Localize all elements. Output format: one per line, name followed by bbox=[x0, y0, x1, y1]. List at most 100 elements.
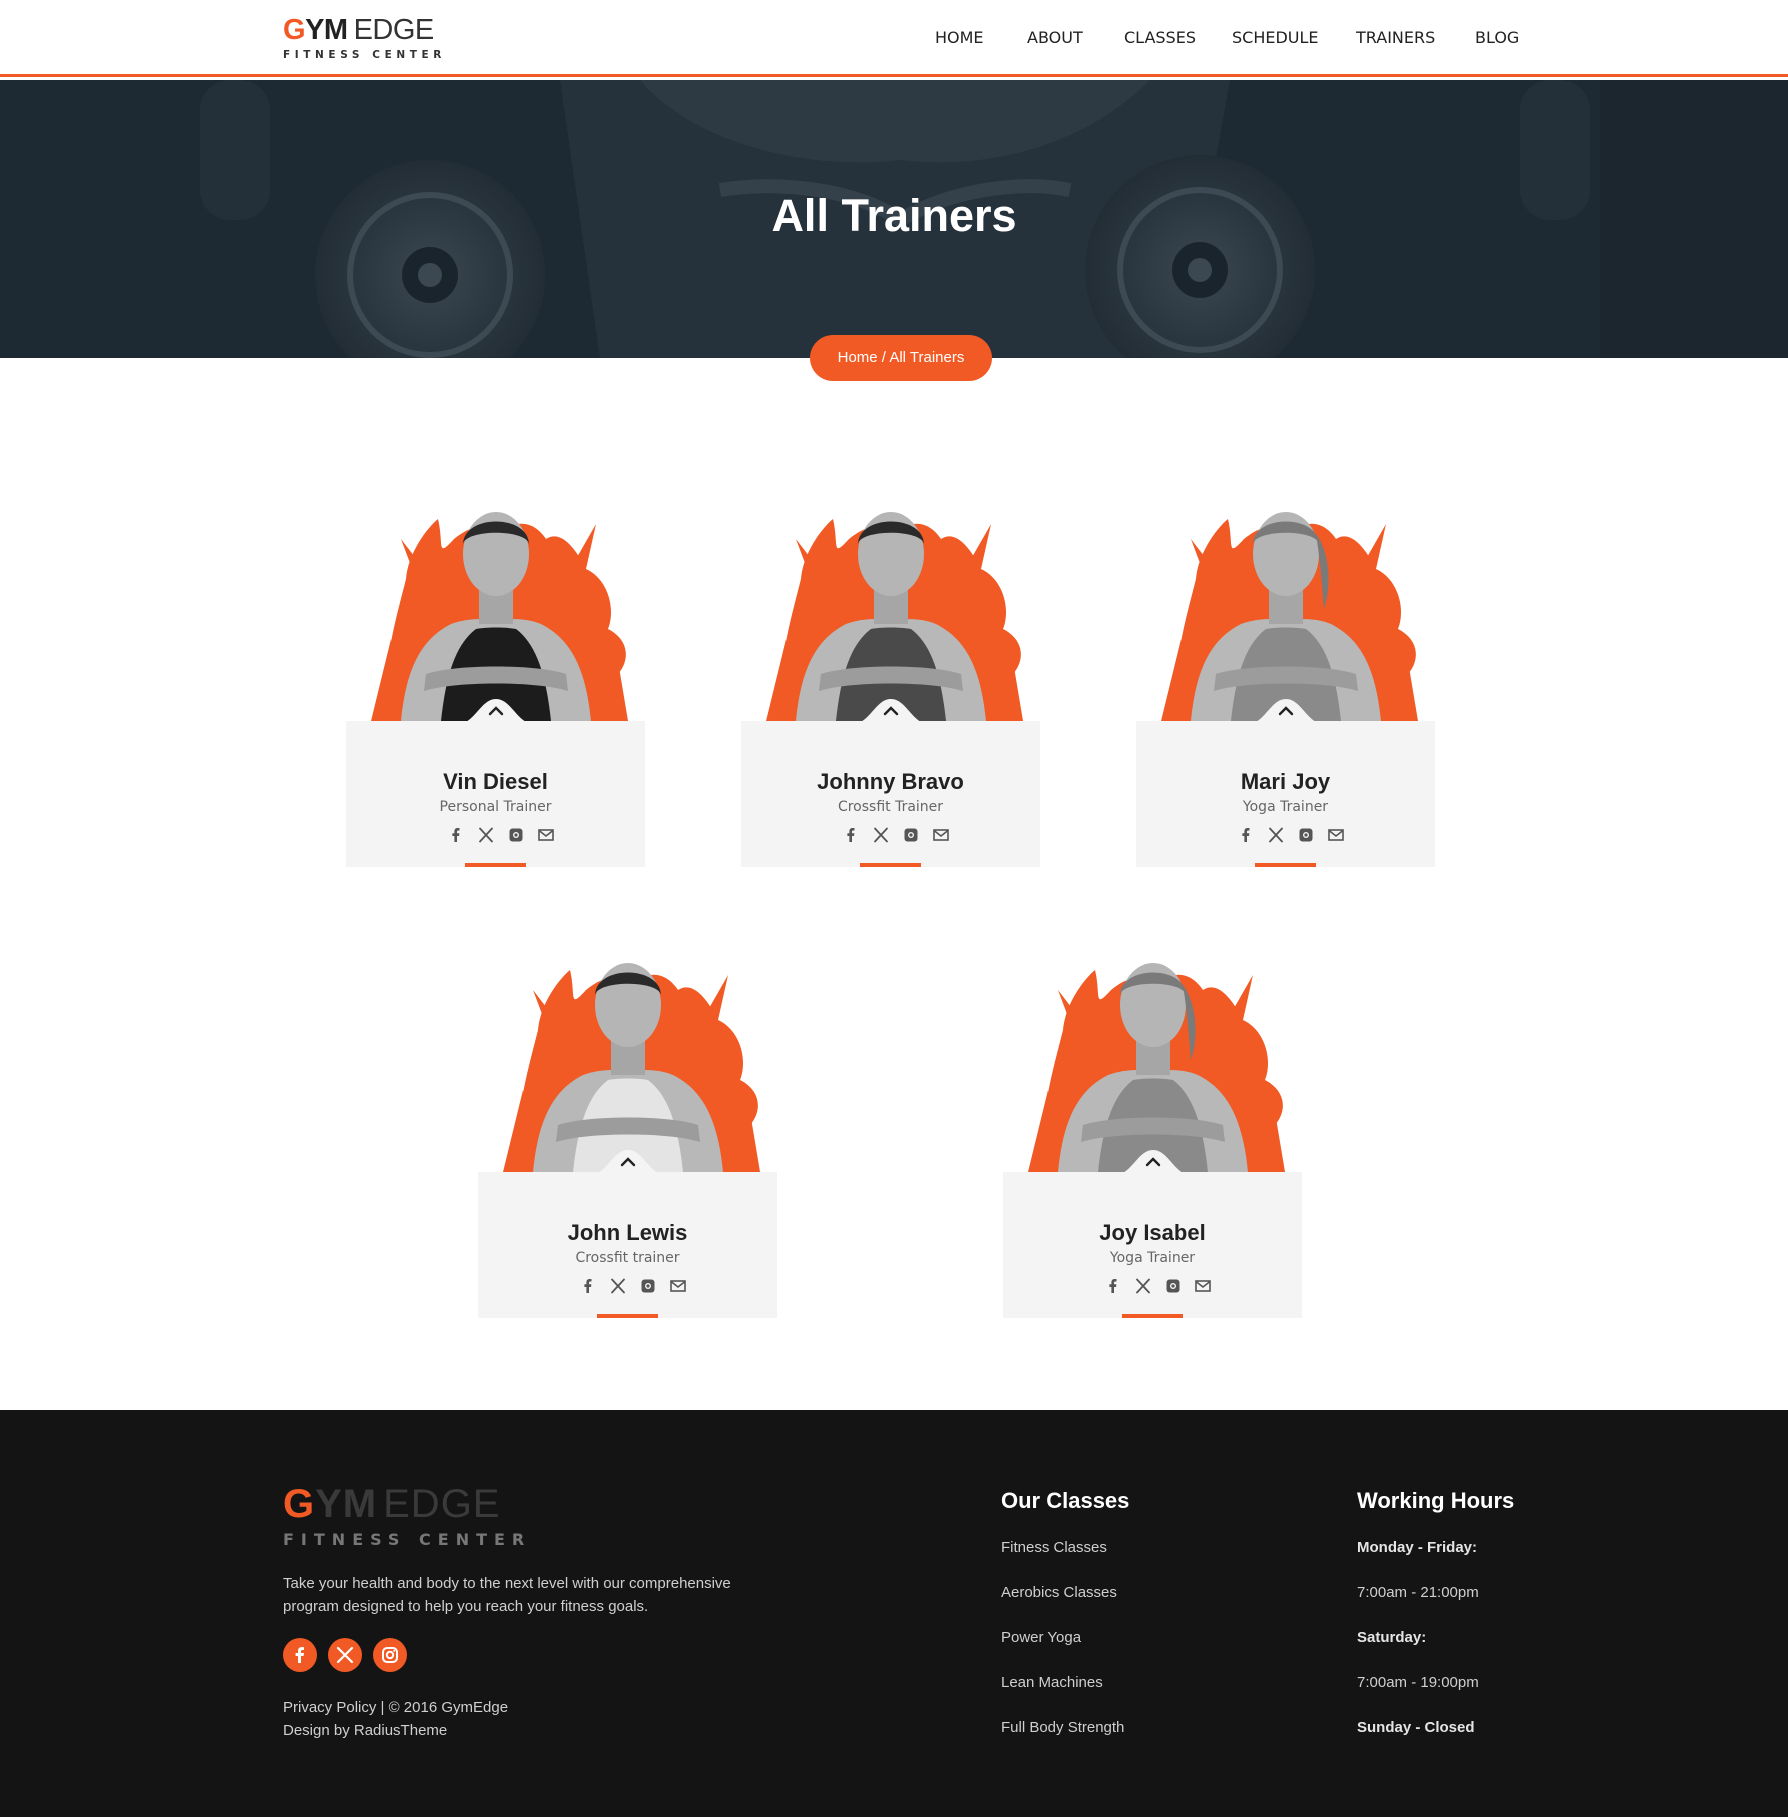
breadcrumb-current: All Trainers bbox=[889, 349, 965, 366]
chevron-up-icon[interactable] bbox=[587, 1146, 669, 1186]
trainer-card[interactable]: Vin Diesel Personal Trainer bbox=[346, 459, 645, 867]
nav-classes[interactable]: CLASSES bbox=[1124, 28, 1196, 47]
site-footer: GYM EDGE FITNESS CENTER Take your health … bbox=[0, 1410, 1788, 1817]
trainer-social-links bbox=[346, 825, 645, 845]
trainer-facebook-link[interactable] bbox=[573, 1276, 593, 1296]
trainer-facebook-link[interactable] bbox=[1098, 1276, 1118, 1296]
facebook-icon bbox=[1236, 825, 1256, 845]
facebook-icon bbox=[841, 825, 861, 845]
footer-class-link[interactable]: Fitness Classes bbox=[1001, 1539, 1107, 1556]
footer-copyright-line: Privacy Policy | © 2016 GymEdge bbox=[283, 1696, 508, 1719]
design-credit: Design by RadiusTheme bbox=[283, 1722, 448, 1739]
footer-class-link[interactable]: Full Body Strength bbox=[1001, 1719, 1124, 1736]
trainer-facebook-link[interactable] bbox=[441, 825, 461, 845]
trainer-role: Personal Trainer bbox=[439, 799, 552, 815]
hours-day-label: Sunday - Closed bbox=[1357, 1719, 1475, 1736]
x-icon bbox=[871, 825, 891, 845]
accent-underline bbox=[597, 1314, 658, 1318]
footer-instagram-button[interactable] bbox=[373, 1638, 407, 1672]
nav-blog[interactable]: BLOG bbox=[1475, 28, 1519, 47]
breadcrumb: Home / All Trainers bbox=[810, 335, 992, 381]
trainer-x-link[interactable] bbox=[471, 825, 493, 845]
footer-copyright: Privacy Policy | © 2016 GymEdge Design b… bbox=[283, 1696, 508, 1742]
trainer-name[interactable]: Mari Joy bbox=[1136, 769, 1435, 795]
footer-hours-heading: Working Hours bbox=[1357, 1488, 1515, 1513]
privacy-policy-link[interactable]: Privacy Policy bbox=[283, 1699, 376, 1716]
page-title: All Trainers bbox=[771, 190, 1017, 241]
trainer-name[interactable]: Joy Isabel bbox=[1003, 1220, 1302, 1246]
facebook-icon bbox=[295, 1647, 304, 1663]
email-icon bbox=[1193, 1276, 1213, 1296]
footer-classes-heading: Our Classes bbox=[1001, 1488, 1130, 1513]
footer-logo-wordmark: GYM EDGE bbox=[283, 1484, 531, 1524]
trainer-instagram-link[interactable] bbox=[1158, 1276, 1179, 1296]
trainer-instagram-link[interactable] bbox=[633, 1276, 654, 1296]
x-icon bbox=[476, 825, 496, 845]
nav-schedule[interactable]: SCHEDULE bbox=[1232, 28, 1319, 47]
hours-time: 7:00am - 19:00pm bbox=[1357, 1674, 1479, 1691]
nav-home[interactable]: HOME bbox=[935, 28, 984, 47]
x-icon bbox=[1266, 825, 1286, 845]
chevron-up-icon[interactable] bbox=[1245, 695, 1327, 735]
trainer-card[interactable]: Joy Isabel Yoga Trainer bbox=[1003, 910, 1302, 1318]
email-icon bbox=[536, 825, 556, 845]
trainer-role: Crossfit trainer bbox=[575, 1250, 680, 1266]
trainer-email-link[interactable] bbox=[926, 825, 949, 845]
accent-underline bbox=[465, 863, 526, 867]
footer-description: Take your health and body to the next le… bbox=[283, 1575, 731, 1615]
trainer-card[interactable]: Mari Joy Yoga Trainer bbox=[1136, 459, 1435, 867]
footer-logo-letter-g: G bbox=[283, 1482, 316, 1526]
trainer-card[interactable]: Johnny Bravo Crossfit Trainer bbox=[741, 459, 1040, 867]
chevron-up-icon[interactable] bbox=[455, 695, 537, 735]
trainer-name[interactable]: Vin Diesel bbox=[346, 769, 645, 795]
footer-class-link[interactable]: Lean Machines bbox=[1001, 1674, 1103, 1691]
instagram-icon bbox=[1296, 825, 1316, 845]
footer-class-link[interactable]: Power Yoga bbox=[1001, 1629, 1081, 1646]
trainer-photo bbox=[371, 512, 628, 721]
footer-logo-tagline: FITNESS CENTER bbox=[283, 1530, 532, 1549]
trainer-email-link[interactable] bbox=[663, 1276, 686, 1296]
trainer-facebook-link[interactable] bbox=[1231, 825, 1251, 845]
copyright-text: | © 2016 GymEdge bbox=[376, 1699, 509, 1716]
facebook-icon bbox=[446, 825, 466, 845]
main-nav: HOME ABOUT CLASSES SCHEDULE TRAINERS BLO… bbox=[0, 28, 1788, 52]
facebook-icon bbox=[1103, 1276, 1123, 1296]
instagram-icon bbox=[382, 1647, 398, 1663]
trainer-name[interactable]: John Lewis bbox=[478, 1220, 777, 1246]
chevron-up-icon[interactable] bbox=[850, 695, 932, 735]
nav-about[interactable]: ABOUT bbox=[1027, 28, 1083, 47]
trainer-email-link[interactable] bbox=[531, 825, 554, 845]
footer-logo-word-edge: EDGE bbox=[383, 1482, 501, 1526]
site-header: GYM EDGE FITNESS CENTER HOME ABOUT CLASSE… bbox=[0, 0, 1788, 77]
trainer-photo bbox=[1161, 512, 1418, 721]
trainer-instagram-link[interactable] bbox=[1291, 825, 1312, 845]
trainer-role: Yoga Trainer bbox=[1242, 799, 1329, 815]
trainer-facebook-link[interactable] bbox=[836, 825, 856, 845]
email-icon bbox=[1326, 825, 1346, 845]
footer-facebook-button[interactable] bbox=[283, 1638, 317, 1672]
accent-underline bbox=[1122, 1314, 1183, 1318]
trainer-x-link[interactable] bbox=[603, 1276, 625, 1296]
footer-class-link[interactable]: Aerobics Classes bbox=[1001, 1584, 1117, 1601]
trainer-x-link[interactable] bbox=[1261, 825, 1283, 845]
trainer-instagram-link[interactable] bbox=[501, 825, 522, 845]
footer-x-button[interactable] bbox=[328, 1638, 362, 1672]
trainer-name[interactable]: Johnny Bravo bbox=[741, 769, 1040, 795]
trainer-instagram-link[interactable] bbox=[896, 825, 917, 845]
accent-underline bbox=[860, 863, 921, 867]
chevron-up-icon[interactable] bbox=[1112, 1146, 1194, 1186]
trainer-x-link[interactable] bbox=[1128, 1276, 1150, 1296]
trainer-x-link[interactable] bbox=[866, 825, 888, 845]
hours-day-label: Saturday: bbox=[1357, 1629, 1427, 1646]
email-icon bbox=[931, 825, 951, 845]
trainer-email-link[interactable] bbox=[1321, 825, 1344, 845]
trainer-card[interactable]: John Lewis Crossfit trainer bbox=[478, 910, 777, 1318]
facebook-icon bbox=[578, 1276, 598, 1296]
trainer-email-link[interactable] bbox=[1188, 1276, 1211, 1296]
footer-logo[interactable]: GYM EDGE FITNESS CENTER bbox=[283, 1484, 531, 1549]
nav-trainers[interactable]: TRAINERS bbox=[1356, 28, 1435, 47]
instagram-icon bbox=[901, 825, 921, 845]
instagram-icon bbox=[506, 825, 526, 845]
breadcrumb-home-link[interactable]: Home bbox=[838, 349, 878, 366]
trainer-social-links bbox=[1003, 1276, 1302, 1296]
